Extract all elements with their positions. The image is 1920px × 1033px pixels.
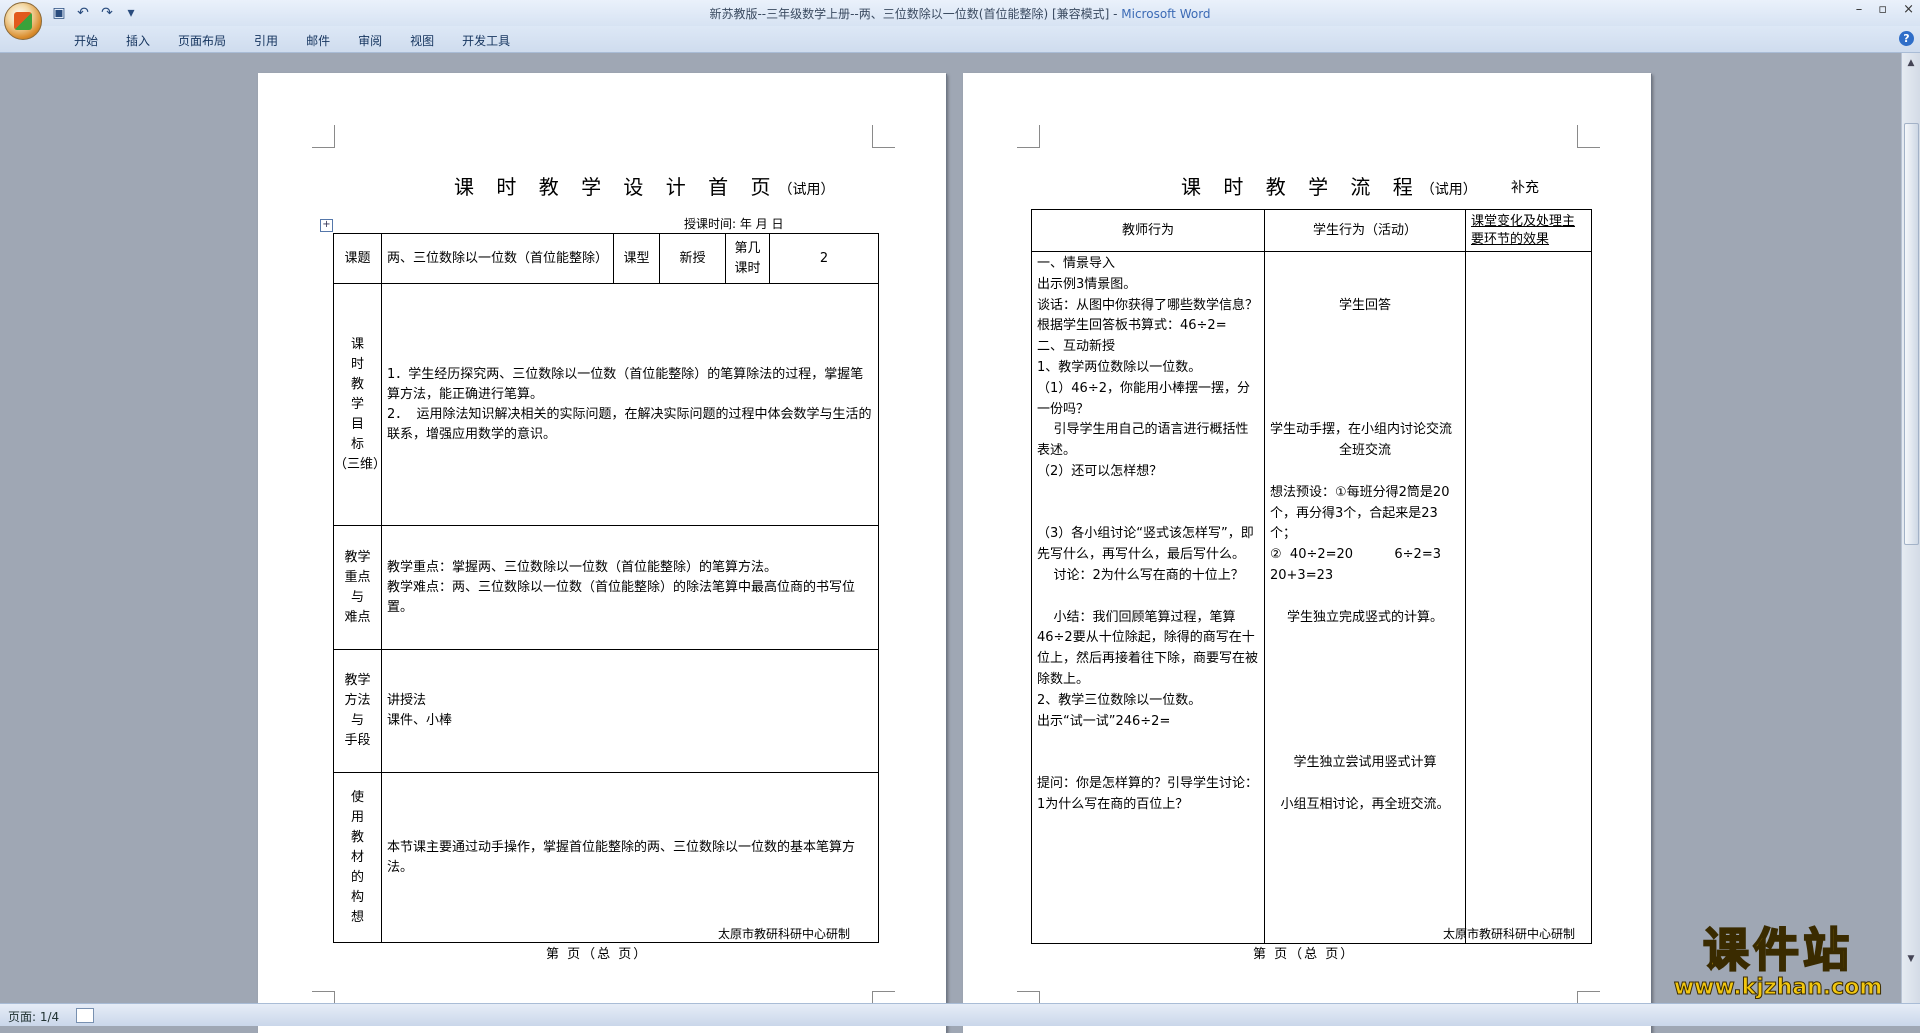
site-watermark: 课件站 www.kjzhan.com: [1658, 923, 1898, 1004]
tab-insert[interactable]: 插入: [112, 30, 164, 51]
window-title: 新苏教版--三年级数学上册--两、三位数除以一位数(首位能整除) [兼容模式] …: [0, 5, 1920, 22]
tab-review[interactable]: 审阅: [344, 30, 396, 51]
supplement-label: 补充: [1511, 180, 1539, 196]
minimize-icon[interactable]: –: [1856, 2, 1863, 17]
table-move-handle-icon[interactable]: +: [320, 219, 333, 232]
student-actions[interactable]: 学生回答 学生动手摆，在小组内讨论交流 全班交流 想法预设：①每班分得2筒是20个，再…: [1264, 251, 1466, 944]
label-objectives: 课时教学目标（三维）: [333, 283, 386, 526]
app-name: Microsoft Word: [1121, 7, 1211, 21]
methods-text[interactable]: 讲授法 课件、小棒: [381, 649, 879, 773]
watermark-url: www.kjzhan.com: [1673, 975, 1883, 1000]
window-controls: – ▫ ×: [1856, 2, 1914, 17]
document-title: 新苏教版--三年级数学上册--两、三位数除以一位数(首位能整除) [兼容模式] …: [709, 7, 1122, 21]
watermark-text: 课件站: [1702, 923, 1853, 977]
close-icon[interactable]: ×: [1903, 2, 1914, 17]
vertical-scrollbar[interactable]: ▲ ▼: [1901, 53, 1920, 1003]
label-keypoints: 教学 重点与难点: [333, 525, 382, 650]
tab-developer[interactable]: 开发工具: [448, 30, 524, 51]
label-topic: 课题: [333, 233, 382, 284]
footer-note: 太原市教研科研中心研制: [1443, 927, 1576, 941]
scrollbar-thumb[interactable]: [1904, 123, 1919, 545]
type-value[interactable]: 新授: [659, 233, 726, 284]
page-2[interactable]: 课 时 教 学 流 程（试用） 补充 教师行为 学生行为（活动） 课堂变化及处理…: [963, 73, 1651, 1033]
page-title-text: 课 时 教 学 设 计 首 页: [454, 175, 779, 199]
lesson-design-table: 课题 两、三位数除以一位数（首位能整除） 课型 新授 第几课时 2 课时教学目标…: [333, 233, 879, 943]
page-number: 第 页（总 页）: [1253, 947, 1356, 962]
office-logo-icon: [14, 12, 32, 30]
proofing-icon[interactable]: [76, 1008, 94, 1023]
page-title-text: 课 时 教 学 流 程: [1181, 175, 1421, 199]
header-effect: 课堂变化及处理主要环节的效果: [1465, 209, 1592, 252]
scroll-up-icon[interactable]: ▲: [1905, 57, 1917, 69]
header-student: 学生行为（活动）: [1264, 209, 1466, 252]
lesson-flow-table: 教师行为 学生行为（活动） 课堂变化及处理主要环节的效果 一、情景导入 出示例3情…: [1031, 209, 1592, 944]
period-value[interactable]: 2: [769, 233, 879, 284]
materials-text[interactable]: 本节课主要通过动手操作，掌握首位能整除的两、三位数除以一位数的基本笔算方法。: [381, 772, 879, 943]
footer-note: 太原市教研科研中心研制: [718, 927, 851, 941]
maximize-icon[interactable]: ▫: [1878, 2, 1887, 17]
tab-page-layout[interactable]: 页面布局: [164, 30, 240, 51]
page-indicator[interactable]: 页面: 1/4: [8, 1008, 59, 1025]
status-bar: 页面: 1/4: [0, 1003, 1920, 1026]
label-methods: 教学 方法与手段: [333, 649, 382, 773]
tab-home[interactable]: 开始: [60, 30, 112, 51]
margin-corner: [872, 125, 895, 148]
header-teacher: 教师行为: [1031, 209, 1265, 252]
document-area[interactable]: 课 时 教 学 设 计 首 页（试用） 授课时间: 年 月 日 + 课题 两、三…: [0, 53, 1902, 1033]
margin-corner: [1577, 125, 1600, 148]
office-button[interactable]: [4, 2, 42, 40]
date-line: 授课时间: 年 月 日: [684, 217, 784, 231]
topic-value[interactable]: 两、三位数除以一位数（首位能整除）: [381, 233, 614, 284]
title-bar: ▣ ↶ ↷ ▾ 新苏教版--三年级数学上册--两、三位数除以一位数(首位能整除)…: [0, 0, 1920, 40]
tab-references[interactable]: 引用: [240, 30, 292, 51]
page-1[interactable]: 课 时 教 学 设 计 首 页（试用） 授课时间: 年 月 日 + 课题 两、三…: [258, 73, 946, 1033]
label-type: 课型: [613, 233, 660, 284]
tab-mailings[interactable]: 邮件: [292, 30, 344, 51]
page-title: 课 时 教 学 设 计 首 页（试用）: [454, 171, 835, 200]
page-title: 课 时 教 学 流 程（试用）: [1181, 171, 1477, 200]
page-number: 第 页（总 页）: [546, 947, 649, 962]
page-title-suffix: （试用）: [778, 182, 835, 198]
help-icon[interactable]: ?: [1899, 31, 1914, 46]
page-title-suffix: （试用）: [1420, 182, 1477, 198]
scroll-down-icon[interactable]: ▼: [1905, 953, 1917, 965]
label-period: 第几课时: [725, 233, 770, 284]
objectives-text[interactable]: 1．学生经历探究两、三位数除以一位数（首位能整除）的笔算除法的过程，掌握笔算方法…: [381, 283, 879, 526]
ribbon-tab-bar: 开始 插入 页面布局 引用 邮件 审阅 视图 开发工具 ?: [0, 26, 1920, 53]
label-materials: 使用教材的构想: [333, 772, 382, 943]
tab-view[interactable]: 视图: [396, 30, 448, 51]
keypoints-text[interactable]: 教学重点：掌握两、三位数除以一位数（首位能整除）的笔算方法。 教学难点：两、三位…: [381, 525, 879, 650]
effect-column[interactable]: [1465, 251, 1592, 944]
margin-corner: [312, 125, 335, 148]
teacher-actions[interactable]: 一、情景导入 出示例3情景图。 谈话：从图中你获得了哪些数学信息？ 根据学生回答板书算…: [1031, 251, 1265, 944]
margin-corner: [1017, 125, 1040, 148]
